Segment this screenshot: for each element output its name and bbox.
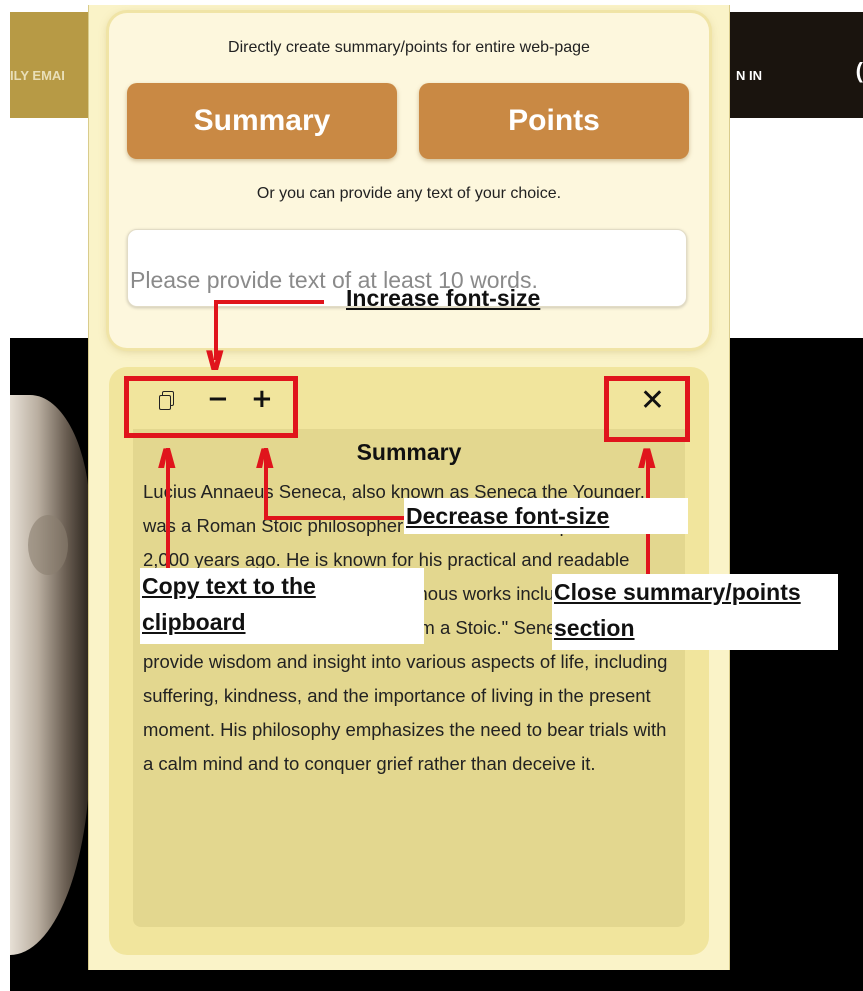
summary-button[interactable]: Summary [127,83,397,159]
close-note-line1: Close summary/points [554,579,801,605]
summarizer-panel: Directly create summary/points for entir… [88,5,730,970]
decrease-font-note: Decrease font-size [404,498,688,534]
sign-in-link[interactable]: N IN [736,68,762,83]
partial-icon: ( [855,58,863,83]
copy-note-line2: clipboard [142,609,246,635]
directive-text: Directly create summary/points for entir… [228,39,590,56]
summary-title: Summary [356,439,462,465]
or-text: Or you can provide any text of your choi… [256,185,562,202]
increase-arrowhead: ∨ [201,339,229,379]
decrease-arrow-h [264,516,406,520]
background-nav-left: ILY EMAI [10,12,90,118]
increase-font-note: Increase font-size [346,285,541,311]
decrease-arrowhead: ∧ [251,437,279,477]
summary-card: − + ✕ Summary Lucius Annaeus Seneca, als… [109,367,709,955]
close-note-line2: section [554,615,635,641]
copy-note: Copy text to the clipboard [140,568,424,644]
tools-highlight-box [124,376,298,438]
background-nav-right: N IN ( [728,12,863,118]
increase-arrow-h [214,300,324,304]
background-nav-link[interactable]: ILY EMAI [10,68,65,83]
points-button[interactable]: Points [419,83,689,159]
copy-arrowhead: ∧ [153,437,181,477]
close-note: Close summary/points section [552,574,838,650]
copy-note-line1: Copy text to the [142,573,316,599]
close-highlight-box [604,376,690,442]
close-arrowhead: ∧ [633,437,661,477]
